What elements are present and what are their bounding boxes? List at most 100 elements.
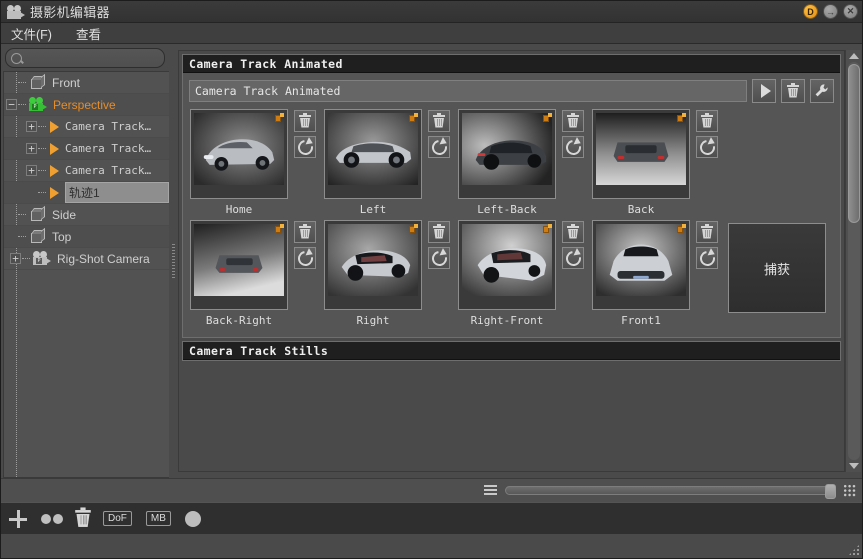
shot-back-right[interactable]: Back-Right bbox=[189, 220, 289, 327]
pin-icon[interactable] bbox=[409, 224, 418, 233]
thumbnail-size-slider[interactable] bbox=[505, 484, 836, 499]
group-camera-track-animated: Camera Track Animated Camera Track Anima… bbox=[182, 54, 841, 338]
motion-blur-button[interactable]: MB bbox=[145, 511, 171, 526]
close-button[interactable]: ✕ bbox=[843, 4, 858, 19]
delete-shot-button[interactable] bbox=[294, 221, 316, 243]
shot-thumbnail[interactable] bbox=[324, 109, 422, 199]
scrollbar-thumb[interactable] bbox=[847, 64, 860, 224]
car-preview-image bbox=[328, 113, 418, 186]
update-shot-button[interactable] bbox=[428, 136, 450, 158]
scrollbar-track[interactable] bbox=[847, 62, 860, 460]
search-input[interactable] bbox=[22, 52, 168, 64]
shot-front1[interactable]: Front1 bbox=[591, 220, 691, 327]
right-panel: Camera Track Animated Camera Track Anima… bbox=[178, 44, 862, 478]
menu-file[interactable]: 文件(F) bbox=[9, 22, 62, 45]
shot-thumbnail[interactable] bbox=[458, 109, 556, 199]
expand-toggle[interactable]: + bbox=[26, 165, 37, 176]
expand-toggle[interactable]: + bbox=[26, 121, 37, 132]
refresh-icon bbox=[696, 136, 718, 158]
expand-toggle[interactable]: + bbox=[10, 253, 21, 264]
tree-item-front[interactable]: Front bbox=[4, 72, 169, 94]
update-shot-button[interactable] bbox=[428, 247, 450, 269]
shot-right-front[interactable]: Right-Front bbox=[457, 220, 557, 327]
record-button[interactable] bbox=[184, 510, 201, 527]
shot-back[interactable]: Back bbox=[591, 109, 691, 216]
search-box[interactable] bbox=[5, 48, 168, 68]
update-shot-button[interactable] bbox=[562, 136, 584, 158]
collapse-toggle[interactable]: − bbox=[6, 99, 17, 110]
car-preview-image bbox=[462, 224, 552, 297]
expand-toggle[interactable]: + bbox=[26, 143, 37, 154]
tree-item-label: Camera Track… bbox=[65, 120, 152, 133]
delete-button[interactable] bbox=[75, 507, 91, 527]
resize-grip-icon[interactable] bbox=[848, 544, 860, 556]
track-name-input[interactable] bbox=[189, 80, 747, 102]
delete-shot-button[interactable] bbox=[562, 110, 584, 132]
shot-thumbnail[interactable] bbox=[190, 109, 288, 199]
delete-shot-button[interactable] bbox=[696, 221, 718, 243]
pin-icon[interactable] bbox=[677, 224, 686, 233]
camera-tree[interactable]: Front − P Perspective + Camera Track… + … bbox=[3, 71, 169, 478]
delete-track-button[interactable] bbox=[781, 79, 805, 103]
delete-shot-button[interactable] bbox=[428, 221, 450, 243]
pin-icon[interactable] bbox=[543, 113, 552, 122]
capture-button[interactable]: 捕获 bbox=[728, 223, 826, 313]
duplicate-button[interactable] bbox=[41, 513, 63, 524]
shots-scroll-area[interactable]: Camera Track Animated Camera Track Anima… bbox=[178, 50, 845, 472]
shot-thumbnail[interactable] bbox=[190, 220, 288, 310]
delete-shot-button[interactable] bbox=[428, 110, 450, 132]
shot-thumbnail[interactable] bbox=[324, 220, 422, 310]
shot-home[interactable]: Home bbox=[189, 109, 289, 216]
shot-left[interactable]: Left bbox=[323, 109, 423, 216]
shot-left-back[interactable]: Left-Back bbox=[457, 109, 557, 216]
slider-thumb[interactable] bbox=[825, 484, 836, 499]
grid-icon[interactable] bbox=[843, 484, 856, 497]
tree-item-rig-shot-camera[interactable]: + P Rig-Shot Camera bbox=[4, 248, 169, 270]
tree-item-camera-track-1[interactable]: + Camera Track… bbox=[4, 116, 169, 138]
pin-icon[interactable] bbox=[409, 113, 418, 122]
tree-item-camera-track-3[interactable]: + Camera Track… bbox=[4, 160, 169, 182]
delete-shot-button[interactable] bbox=[562, 221, 584, 243]
panel-splitter[interactable] bbox=[169, 44, 178, 478]
shot-actions bbox=[696, 221, 718, 327]
tree-item-label: Top bbox=[52, 229, 72, 244]
shot-thumbnail[interactable] bbox=[592, 220, 690, 310]
pin-icon[interactable] bbox=[677, 113, 686, 122]
pin-icon[interactable] bbox=[275, 113, 284, 122]
shot-actions bbox=[696, 110, 718, 216]
popout-button[interactable]: → bbox=[823, 4, 838, 19]
play-button[interactable] bbox=[752, 79, 776, 103]
scroll-up-arrow-icon[interactable] bbox=[848, 53, 859, 59]
tree-item-camera-track-2[interactable]: + Camera Track… bbox=[4, 138, 169, 160]
update-shot-button[interactable] bbox=[696, 247, 718, 269]
shot-actions bbox=[294, 110, 316, 216]
pin-icon[interactable] bbox=[543, 224, 552, 233]
shot-right[interactable]: Right bbox=[323, 220, 423, 327]
tree-item-side[interactable]: Side bbox=[4, 204, 169, 226]
tree-connector bbox=[18, 104, 26, 105]
tree-item-label: Perspective bbox=[53, 97, 116, 112]
tree-item-track-1-selected[interactable]: 轨迹1 bbox=[4, 182, 169, 204]
tree-item-label: Side bbox=[52, 207, 77, 222]
menu-view[interactable]: 查看 bbox=[74, 22, 111, 45]
update-shot-button[interactable] bbox=[696, 136, 718, 158]
delete-shot-button[interactable] bbox=[294, 110, 316, 132]
add-camera-button[interactable] bbox=[9, 509, 27, 528]
shot-label: Right bbox=[356, 314, 390, 327]
shot-cell: Right bbox=[323, 220, 457, 327]
delete-shot-button[interactable] bbox=[696, 110, 718, 132]
update-shot-button[interactable] bbox=[562, 247, 584, 269]
shot-thumbnail[interactable] bbox=[592, 109, 690, 199]
update-shot-button[interactable] bbox=[294, 247, 316, 269]
list-icon[interactable] bbox=[484, 485, 497, 496]
shot-thumbnail[interactable] bbox=[458, 220, 556, 310]
pin-icon[interactable] bbox=[275, 224, 284, 233]
settings-button[interactable] bbox=[810, 79, 834, 103]
dock-button[interactable]: D bbox=[803, 4, 818, 19]
tree-item-top[interactable]: Top bbox=[4, 226, 169, 248]
dof-button[interactable]: DoF bbox=[103, 511, 132, 526]
vertical-scrollbar[interactable] bbox=[845, 50, 861, 472]
tree-item-perspective[interactable]: − P Perspective bbox=[4, 94, 169, 116]
scroll-down-arrow-icon[interactable] bbox=[848, 463, 859, 469]
update-shot-button[interactable] bbox=[294, 136, 316, 158]
